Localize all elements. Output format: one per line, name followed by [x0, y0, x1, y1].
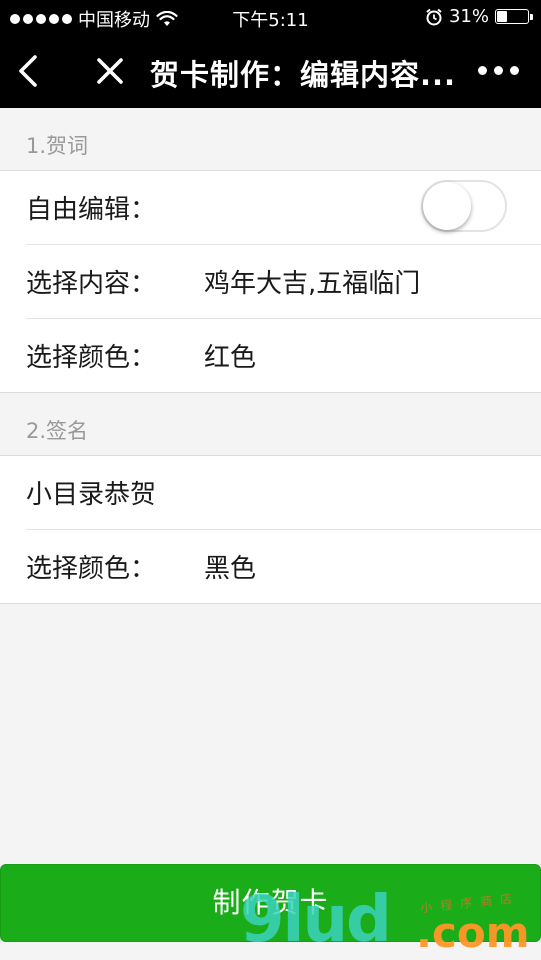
nav-bar: 贺卡制作：编辑内容...: [0, 34, 541, 108]
more-dots-icon[interactable]: [478, 66, 519, 75]
section-header-greeting: 1.贺词: [0, 108, 541, 171]
battery-level-fill: [497, 11, 507, 22]
free-edit-toggle[interactable]: [421, 180, 507, 232]
status-right: 31%: [425, 6, 533, 27]
greeting-color-label: 选择颜色：: [26, 343, 157, 373]
section-signature: 小目录恭贺 选择颜色： 黑色: [0, 456, 541, 604]
free-edit-label: 自由编辑：: [26, 195, 157, 225]
battery-icon: [495, 9, 533, 24]
close-icon[interactable]: [94, 55, 126, 87]
chevron-left-icon[interactable]: [14, 54, 44, 88]
status-bar: 中国移动 下午5:11 31%: [0, 0, 541, 34]
signature-text: 小目录恭贺: [26, 480, 157, 510]
select-content-value: 鸡年大吉,五福临门: [204, 269, 421, 299]
signature-color-label: 选择颜色：: [26, 554, 157, 584]
signature-color-value: 黑色: [204, 554, 257, 584]
greeting-color-value: 红色: [204, 343, 257, 373]
battery-percent: 31%: [448, 6, 489, 27]
form-content: 1.贺词 自由编辑： 选择内容： 鸡年大吉,五福临门 选择颜色： 红色 2.签名…: [0, 108, 541, 604]
section-header-signature: 2.签名: [0, 393, 541, 456]
screen: 中国移动 下午5:11 31% 贺卡制作：编辑内容... 1.贺词 自由编辑： …: [0, 0, 541, 960]
make-card-button[interactable]: 制作贺卡: [0, 864, 541, 942]
section-greeting: 自由编辑： 选择内容： 鸡年大吉,五福临门 选择颜色： 红色: [0, 171, 541, 393]
free-edit-row: 自由编辑：: [26, 171, 541, 245]
greeting-color-row[interactable]: 选择颜色： 红色: [26, 319, 541, 392]
page-title: 贺卡制作：编辑内容...: [150, 58, 457, 92]
select-content-label: 选择内容：: [26, 269, 157, 299]
select-content-row[interactable]: 选择内容： 鸡年大吉,五福临门: [26, 245, 541, 319]
alarm-clock-icon: [426, 8, 442, 25]
signature-row[interactable]: 小目录恭贺: [26, 456, 541, 530]
toggle-knob: [423, 182, 471, 230]
signature-color-row[interactable]: 选择颜色： 黑色: [26, 530, 541, 603]
